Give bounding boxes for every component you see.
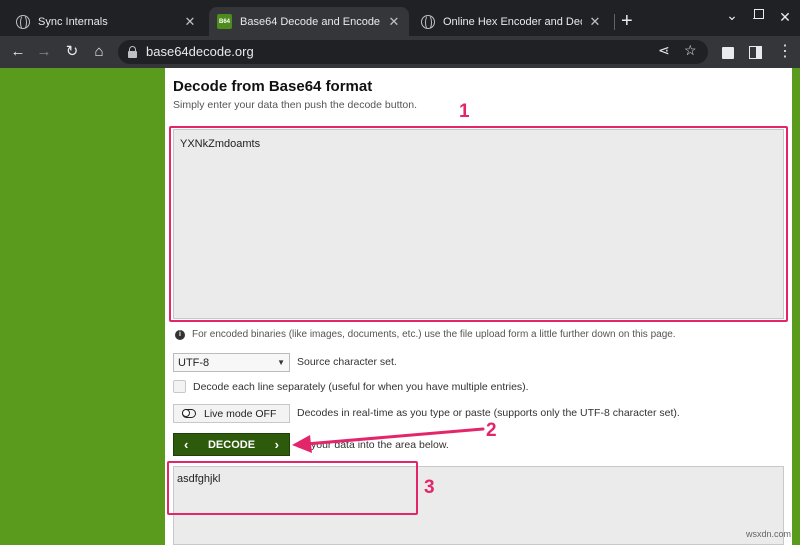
tab-strip: Sync Internals ✕ B64 Base64 Decode and E… <box>0 0 800 36</box>
annotation-arrow-icon <box>292 427 485 453</box>
annotation-number-2: 2 <box>486 420 497 441</box>
page-subtitle: Simply enter your data then push the dec… <box>173 99 417 111</box>
lock-icon[interactable] <box>128 46 137 58</box>
info-text: For encoded binaries (like images, docum… <box>192 329 676 340</box>
right-green-margin <box>792 68 800 545</box>
url-text[interactable]: base64decode.org <box>146 44 254 59</box>
tab-base64-decode[interactable]: B64 Base64 Decode and Encode - Or ✕ <box>209 7 409 36</box>
decode-button[interactable]: ‹ DECODE › <box>173 433 290 456</box>
base64-favicon: B64 <box>217 14 232 29</box>
extensions-icon[interactable] <box>722 47 734 59</box>
chevron-right-icon: › <box>274 437 279 452</box>
chevron-down-icon: ▼ <box>277 358 285 367</box>
back-arrow-icon[interactable]: ← <box>8 42 28 62</box>
left-green-margin <box>0 68 165 545</box>
tab-online-hex-encoder[interactable]: Online Hex Encoder and Decode ✕ <box>413 7 610 36</box>
info-note: i For encoded binaries (like images, doc… <box>175 329 676 340</box>
globe-icon <box>421 14 435 30</box>
tab-separator <box>614 14 615 30</box>
tab-title: Online Hex Encoder and Decode <box>443 15 582 28</box>
globe-icon <box>16 14 30 30</box>
maximize-icon[interactable] <box>754 9 764 19</box>
annotation-number-1: 1 <box>459 101 470 122</box>
address-bar[interactable]: base64decode.org ⋖ ☆ <box>118 40 708 64</box>
charset-select[interactable]: UTF-8 ▼ <box>173 353 290 372</box>
live-mode-label: Live mode OFF <box>204 407 277 420</box>
bookmark-star-icon[interactable]: ☆ <box>684 42 697 59</box>
tab-sync-internals[interactable]: Sync Internals ✕ <box>8 7 205 36</box>
forward-arrow-icon[interactable]: → <box>34 42 54 62</box>
decode-lines-label: Decode each line separately (useful for … <box>193 381 529 393</box>
side-panel-icon[interactable] <box>749 46 762 59</box>
charset-label: Source character set. <box>297 356 397 368</box>
annotation-number-3: 3 <box>424 477 435 498</box>
highlight-box-3 <box>167 461 418 515</box>
watermark: wsxdn.com <box>746 529 792 539</box>
page-title: Decode from Base64 format <box>173 78 373 95</box>
decode-button-label: DECODE <box>207 438 256 451</box>
decode-lines-checkbox[interactable] <box>173 380 186 393</box>
share-icon[interactable]: ⋖ <box>658 42 670 59</box>
chevron-left-icon: ‹ <box>184 437 189 452</box>
chevron-down-icon[interactable]: ⌄ <box>722 7 742 24</box>
close-icon[interactable]: ✕ <box>588 14 602 30</box>
menu-icon[interactable]: ⋮ <box>777 44 793 60</box>
tab-title: Base64 Decode and Encode - Or <box>240 15 381 28</box>
live-mode-button[interactable]: Live mode OFF <box>173 404 290 423</box>
new-tab-button[interactable]: + <box>621 10 633 32</box>
browser-toolbar: ← → ↻ ⌂ base64decode.org ⋖ ☆ ⋮ <box>0 36 800 68</box>
reload-icon[interactable]: ↻ <box>62 42 82 62</box>
info-icon: i <box>175 329 185 340</box>
tab-title: Sync Internals <box>38 15 108 28</box>
close-icon[interactable]: ✕ <box>183 14 197 30</box>
close-icon[interactable]: ✕ <box>387 14 401 30</box>
toggle-icon <box>182 409 196 418</box>
charset-value: UTF-8 <box>178 356 210 369</box>
home-icon[interactable]: ⌂ <box>89 42 109 62</box>
close-window-icon[interactable]: ✕ <box>775 9 795 26</box>
highlight-box-1 <box>169 126 788 322</box>
live-mode-description: Decodes in real-time as you type or past… <box>297 407 680 419</box>
